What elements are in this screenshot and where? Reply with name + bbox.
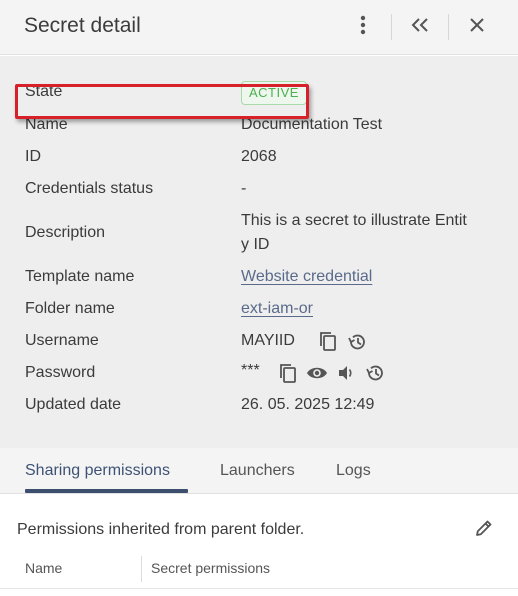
- panel-header: Secret detail: [0, 0, 518, 55]
- column-header-secret-permissions[interactable]: Secret permissions: [151, 560, 270, 576]
- folder-name-label: Folder name: [25, 300, 115, 317]
- tab-sharing-permissions[interactable]: Sharing permissions: [25, 462, 170, 480]
- header-divider: [448, 14, 449, 40]
- description-value-line2: y ID: [241, 236, 270, 253]
- close-button[interactable]: [462, 12, 492, 42]
- column-header-name[interactable]: Name: [25, 560, 62, 576]
- detail-tabs: Sharing permissions Launchers Logs: [0, 448, 518, 494]
- credentials-status-label: Credentials status: [25, 180, 154, 197]
- show-password-icon[interactable]: [305, 362, 329, 384]
- folder-name-link[interactable]: ext-iam-or: [241, 300, 313, 318]
- credentials-status-value: -: [241, 180, 247, 197]
- template-name-link[interactable]: Website credential: [241, 268, 372, 286]
- edit-permissions-button[interactable]: [472, 518, 496, 542]
- tab-logs[interactable]: Logs: [336, 462, 371, 480]
- password-label: Password: [25, 364, 96, 381]
- permissions-inherited-text: Permissions inherited from parent folder…: [17, 521, 305, 538]
- username-value: MAYIID: [241, 332, 295, 349]
- username-label: Username: [25, 332, 99, 349]
- header-divider: [391, 14, 392, 40]
- pencil-icon: [474, 518, 494, 543]
- collapse-panel-button[interactable]: [405, 12, 435, 42]
- collapse-double-chevron-icon: [411, 17, 429, 38]
- id-highlight-box: [15, 84, 309, 119]
- copy-password-icon[interactable]: [277, 362, 299, 384]
- username-history-icon[interactable]: [346, 331, 368, 353]
- more-vert-icon: [360, 15, 366, 40]
- updated-date-value: 26. 05. 2025 12:49: [241, 396, 375, 413]
- column-divider: [141, 556, 142, 582]
- updated-date-label: Updated date: [25, 396, 122, 413]
- active-tab-indicator: [25, 489, 188, 493]
- password-history-icon[interactable]: [364, 362, 386, 384]
- description-label: Description: [25, 224, 106, 241]
- more-options-button[interactable]: [348, 12, 378, 42]
- id-value: 2068: [241, 148, 277, 165]
- template-name-label: Template name: [25, 268, 135, 285]
- read-password-aloud-icon[interactable]: [335, 362, 357, 384]
- close-icon: [469, 17, 485, 38]
- panel-title: Secret detail: [24, 14, 141, 37]
- description-value-line1: This is a secret to illustrate Entit: [241, 212, 467, 229]
- tab-launchers[interactable]: Launchers: [220, 462, 295, 480]
- password-value: ***: [241, 362, 260, 379]
- copy-username-icon[interactable]: [317, 330, 339, 352]
- table-header-divider: [0, 588, 518, 589]
- id-label: ID: [25, 148, 41, 165]
